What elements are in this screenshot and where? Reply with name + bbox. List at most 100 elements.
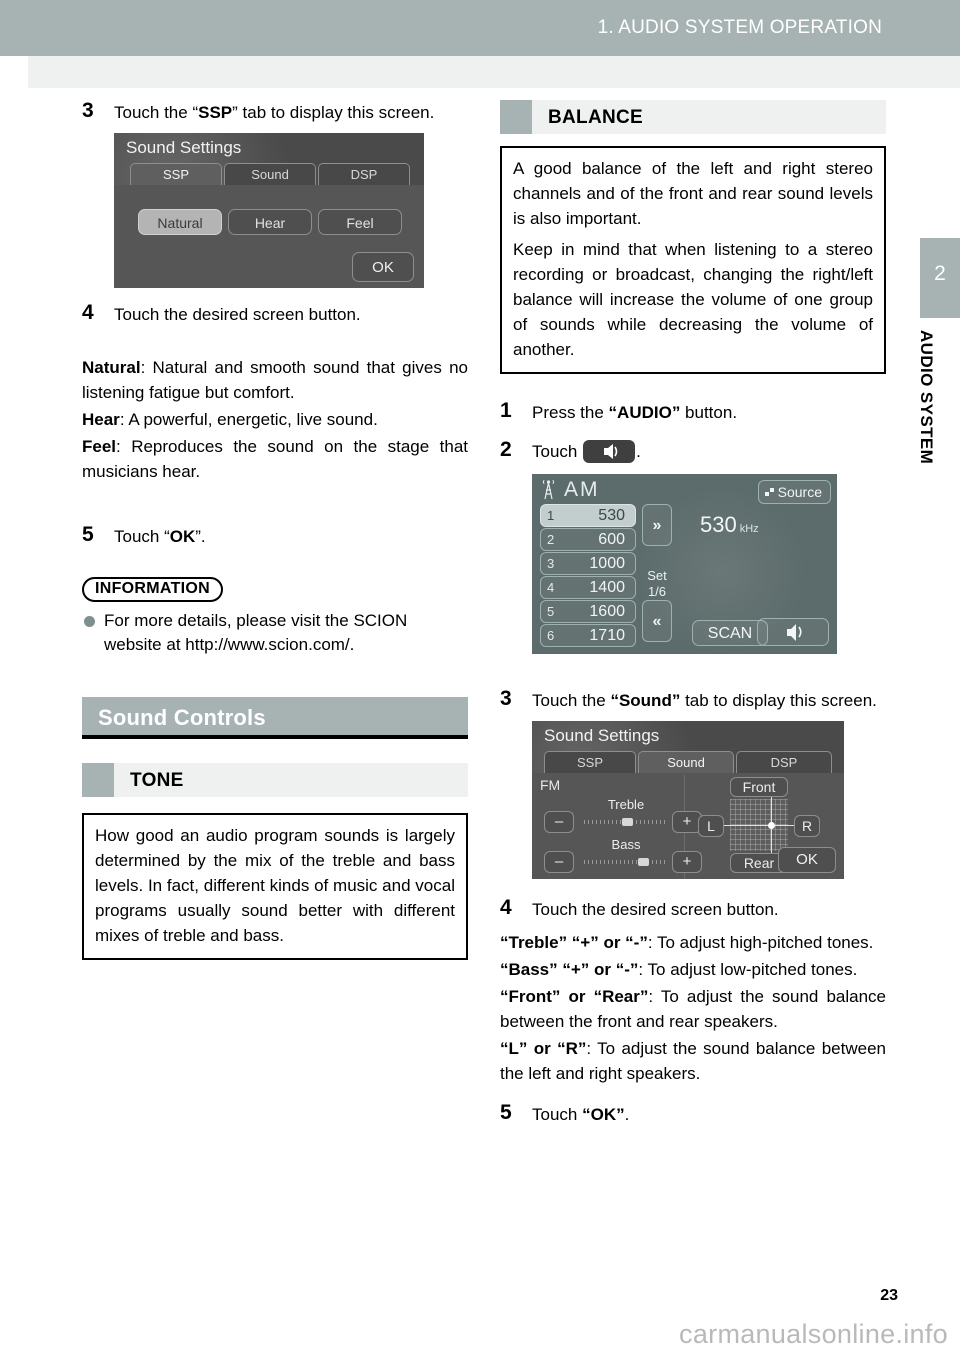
tab-sound[interactable]: Sound (638, 751, 734, 773)
preset-frequency: 1710 (589, 627, 625, 644)
bass-track[interactable] (584, 860, 668, 864)
adjustment-bass: “Bass” “+” or “-”: To adjust low-pitched… (500, 957, 886, 982)
preset-frequency: 1400 (589, 579, 625, 596)
information-bullet-text: For more details, please visit the SCION… (104, 611, 408, 654)
adjustment-treble: “Treble” “+” or “-”: To adjust high-pitc… (500, 930, 886, 955)
right-step-5: 5 Touch “OK”. (500, 1101, 886, 1127)
adjustment-bass-bold: “Bass” “+” or “-” (500, 960, 639, 979)
source-button[interactable]: Source (757, 480, 831, 504)
bass-minus-button[interactable]: – (544, 851, 574, 873)
tab-dsp[interactable]: DSP (736, 751, 832, 773)
information-pill: INFORMATION (82, 577, 223, 602)
preset-button-1[interactable]: 1 530 (540, 504, 636, 527)
chapter-number: 2 (934, 262, 946, 285)
preset-next-button[interactable]: » (642, 504, 672, 546)
right-step-2: 2 Touch . (500, 438, 886, 464)
chapter-label: AUDIO SYSTEM (917, 330, 936, 465)
sound-screen-tabs: SSP Sound DSP (532, 751, 844, 773)
right-step-5-bold: “OK” (582, 1105, 625, 1124)
mode-name-feel: Feel (82, 437, 117, 456)
right-button[interactable]: R (794, 815, 820, 837)
bass-thumb[interactable] (638, 858, 649, 866)
mode-name-natural: Natural (82, 358, 141, 377)
left-step-5-bold: OK (169, 527, 196, 546)
preset-frequency: 530 (598, 507, 625, 524)
ssp-screen-title: Sound Settings (126, 138, 242, 157)
mode-desc-natural: Natural: Natural and smooth sound that g… (82, 355, 468, 405)
balance-horizontal-axis (712, 825, 806, 826)
treble-minus-button[interactable]: – (544, 811, 574, 833)
ssp-button-hear[interactable]: Hear (228, 209, 312, 235)
mode-name-hear: Hear (82, 410, 120, 429)
set-text: Set (647, 568, 667, 583)
current-frequency: 530 kHz (700, 512, 759, 538)
right-step-5-text-after: . (624, 1105, 630, 1124)
ssp-ok-button[interactable]: OK (352, 252, 414, 282)
preset-button-5[interactable]: 5 1600 (540, 600, 636, 623)
set-page: 1/6 (647, 584, 667, 599)
right-column: BALANCE A good balance of the left and r… (500, 100, 886, 1129)
treble-slider-row: Treble – + (540, 797, 702, 833)
tab-ssp[interactable]: SSP (130, 163, 222, 185)
preset-number: 1 (547, 508, 555, 523)
preset-number: 3 (547, 556, 555, 571)
left-button[interactable]: L (698, 815, 724, 837)
preset-number: 4 (547, 580, 555, 595)
preset-button-2[interactable]: 2 600 (540, 528, 636, 551)
subsection-chip (500, 100, 532, 134)
chapter-thumb-tab: 2 (920, 238, 960, 318)
right-step-4: 4 Touch the desired screen button. (500, 896, 886, 922)
preset-prev-button[interactable]: « (642, 600, 672, 642)
am-radio-screen: AM 1 530 2 600 3 1000 4 1400 5 1600 6 17… (532, 474, 837, 654)
tone-note-box: How good an audio program sounds is larg… (82, 813, 468, 960)
adjustment-front-rear-bold: “Front” or “Rear” (500, 987, 649, 1006)
page-subheader-band (28, 56, 960, 88)
right-step-1-text-before: Press the (532, 403, 609, 422)
speaker-icon (604, 444, 618, 459)
bass-slider-row: Bass – + (540, 837, 702, 873)
sound-screen-title: Sound Settings (544, 726, 660, 745)
adjustment-bass-text: : To adjust low-pitched tones. (638, 960, 858, 979)
preset-button-4[interactable]: 4 1400 (540, 576, 636, 599)
preset-number: 6 (547, 628, 555, 643)
subsection-heading-label: BALANCE (548, 107, 643, 128)
bass-plus-button[interactable]: + (672, 851, 702, 873)
balance-pad[interactable] (712, 791, 806, 859)
ssp-button-natural[interactable]: Natural (138, 209, 222, 235)
tab-sound[interactable]: Sound (224, 163, 316, 185)
balance-note-p2: Keep in mind that when listening to a st… (513, 240, 873, 359)
adjustment-treble-text: : To adjust high-pitched tones. (647, 933, 874, 952)
section-heading-sound-controls: Sound Controls (82, 697, 468, 739)
right-step-3-text-before: Touch the (532, 691, 611, 710)
volume-button[interactable] (757, 618, 829, 646)
mode-text-hear: : A powerful, energetic, live sound. (119, 410, 378, 429)
right-step-2-text-before: Touch (532, 442, 583, 461)
page-header-title: 1. AUDIO SYSTEM OPERATION (597, 17, 882, 38)
mode-text-natural: : Natural and smooth sound that gives no… (82, 358, 468, 402)
front-button[interactable]: Front (730, 777, 788, 797)
left-step-5-text-after: ”. (195, 527, 206, 546)
right-step-1-number: 1 (500, 399, 512, 422)
right-step-5-number: 5 (500, 1101, 512, 1124)
subsection-chip (82, 763, 114, 797)
treble-thumb[interactable] (622, 818, 633, 826)
adjustment-left-right-bold: “L” or “R” (500, 1039, 587, 1058)
frequency-value: 530 (700, 512, 737, 537)
preset-button-6[interactable]: 6 1710 (540, 624, 636, 647)
right-step-3-number: 3 (500, 687, 512, 710)
volume-button-glyph[interactable] (583, 440, 636, 463)
left-step-4: 4 Touch the desired screen button. (82, 301, 468, 327)
balance-position-dot (768, 822, 775, 829)
tab-ssp[interactable]: SSP (544, 751, 636, 773)
right-step-1: 1 Press the “AUDIO” button. (500, 399, 886, 425)
antenna-tower-icon (542, 479, 555, 500)
right-step-2-text-after: . (636, 442, 641, 461)
subsection-heading-tone: TONE (82, 763, 468, 797)
ssp-button-feel[interactable]: Feel (318, 209, 402, 235)
subsection-heading-label: TONE (130, 770, 184, 791)
preset-button-3[interactable]: 3 1000 (540, 552, 636, 575)
tab-dsp[interactable]: DSP (318, 163, 410, 185)
bullet-icon (84, 616, 95, 627)
preset-frequency: 1000 (589, 555, 625, 572)
sound-ok-button[interactable]: OK (778, 847, 836, 873)
